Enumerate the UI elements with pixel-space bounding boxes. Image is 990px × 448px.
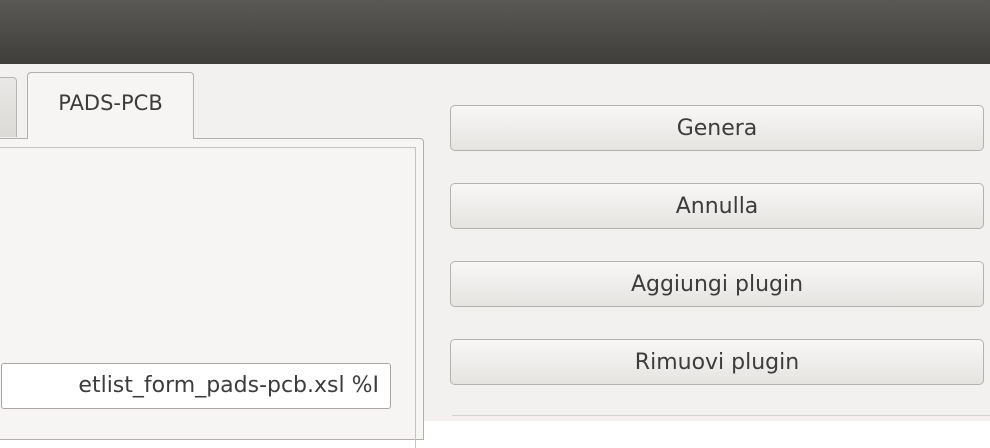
tab-previous-partial[interactable] <box>0 77 17 137</box>
netlist-command-input[interactable]: etlist_form_pads-pcb.xsl %I <box>1 363 391 409</box>
tab-panel: etlist_form_pads-pcb.xsl %I <box>0 138 424 448</box>
netlist-dialog: PADS-PCB etlist_form_pads-pcb.xsl %I Gen… <box>0 64 990 448</box>
netlist-command-text: etlist_form_pads-pcb.xsl %I <box>78 373 379 398</box>
generate-button[interactable]: Genera <box>450 105 984 151</box>
remove-plugin-button[interactable]: Rimuovi plugin <box>450 339 984 385</box>
tab-pads-pcb[interactable]: PADS-PCB <box>27 72 194 139</box>
button-separator <box>452 415 990 416</box>
cancel-button[interactable]: Annulla <box>450 183 984 229</box>
add-plugin-button[interactable]: Aggiungi plugin <box>450 261 984 307</box>
tab-pads-pcb-label: PADS-PCB <box>58 91 163 115</box>
window-titlebar[interactable] <box>0 0 990 65</box>
